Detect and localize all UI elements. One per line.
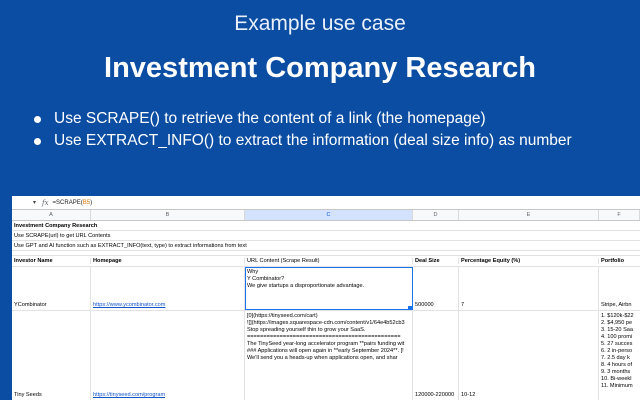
fx-icon: fx: [42, 198, 49, 207]
table-row: Use SCRAPE(url) to get URL Contents: [12, 231, 640, 241]
header-cell[interactable]: Percentage Equity (%): [459, 258, 599, 264]
cell-investor-name[interactable]: Tiny Seeds: [12, 311, 91, 400]
header-cell[interactable]: Portfolio: [599, 258, 640, 264]
cell[interactable]: Use SCRAPE(url) to get URL Contents: [12, 231, 640, 240]
slide-title: Investment Company Research: [104, 52, 536, 84]
bullet-item: Use SCRAPE() to retrieve the content of …: [30, 108, 630, 130]
bullet-text: Use EXTRACT_INFO() to extract the inform…: [54, 132, 572, 149]
spreadsheet-screenshot: ▾ fx =SCRAPE(B5) A B C D E F Investment …: [12, 196, 640, 400]
cell-equity[interactable]: 7: [459, 267, 599, 310]
header-cell[interactable]: Homepage: [91, 258, 245, 264]
bullet-dot-icon: [34, 116, 41, 123]
cell-url-content[interactable]: [0](https://tinyseed.com/cart) ![](https…: [245, 311, 413, 400]
cell[interactable]: Use GPT and AI function such as EXTRACT_…: [12, 241, 640, 250]
bullet-list: Use SCRAPE() to retrieve the content of …: [30, 108, 630, 152]
bullet-dot-icon: [34, 138, 41, 145]
header-cell[interactable]: Investor Name: [12, 258, 91, 264]
column-headers: A B C D E F: [12, 210, 640, 221]
cell-portfolio[interactable]: 1. $120k-$22 2. $4,950 pe 3. 15-20 Saa 4…: [599, 311, 640, 400]
column-header-e[interactable]: E: [459, 210, 599, 220]
fill-handle-icon[interactable]: [408, 306, 412, 310]
column-header-d[interactable]: D: [413, 210, 459, 220]
bullet-item: Use EXTRACT_INFO() to extract the inform…: [30, 130, 630, 152]
cell-investor-name[interactable]: YCombinator: [12, 267, 91, 310]
table-row: Tiny Seeds https://tinyseed.com/program …: [12, 311, 640, 400]
column-header-f[interactable]: F: [599, 210, 640, 220]
name-box-dropdown-icon[interactable]: ▾: [12, 199, 40, 206]
column-header-b[interactable]: B: [91, 210, 245, 220]
table-header-row: Investor Name Homepage URL Content (Scra…: [12, 256, 640, 267]
cell-homepage-link[interactable]: https://tinyseed.com/program: [91, 311, 245, 400]
cell-equity[interactable]: 10-12: [459, 311, 599, 400]
column-header-c[interactable]: C: [245, 210, 413, 220]
sheet-grid: Investment Company Research Use SCRAPE(u…: [12, 221, 640, 400]
cell-portfolio[interactable]: Stripe, Airbn: [599, 267, 640, 310]
table-row: Investment Company Research: [12, 221, 640, 231]
cell-deal-size[interactable]: 500000: [413, 267, 459, 310]
slide-subtitle: Example use case: [234, 12, 406, 35]
formula-bar[interactable]: ▾ fx =SCRAPE(B5): [12, 196, 640, 210]
cell-homepage-link[interactable]: https://www.ycombinator.com: [91, 267, 245, 310]
header-cell[interactable]: Deal Size: [413, 258, 459, 264]
formula-text[interactable]: =SCRAPE(B5): [53, 200, 93, 206]
cell[interactable]: [12, 251, 640, 255]
cell-url-content[interactable]: Why Y Combinator? We give startups a dis…: [245, 267, 413, 310]
header-cell[interactable]: URL Content (Scrape Result): [245, 258, 413, 264]
table-row: YCombinator https://www.ycombinator.com …: [12, 267, 640, 311]
column-header-a[interactable]: A: [12, 210, 91, 220]
cell[interactable]: Investment Company Research: [12, 221, 640, 230]
table-row: Use GPT and AI function such as EXTRACT_…: [12, 241, 640, 251]
bullet-text: Use SCRAPE() to retrieve the content of …: [54, 110, 486, 127]
cell-deal-size[interactable]: 120000-220000: [413, 311, 459, 400]
